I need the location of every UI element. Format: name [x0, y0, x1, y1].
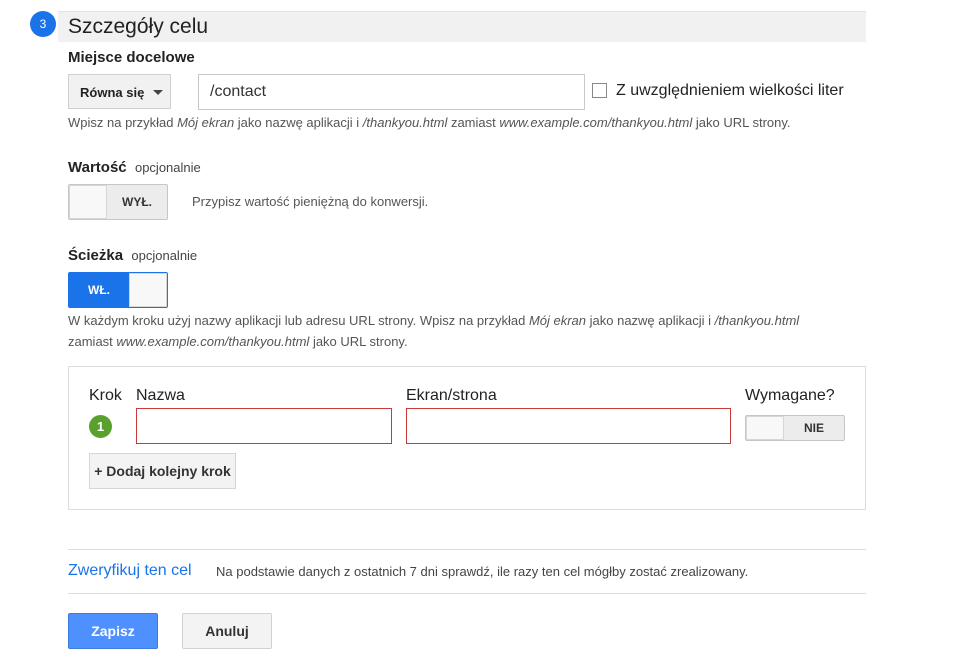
verify-goal-link[interactable]: Zweryfikuj ten cel: [68, 562, 192, 580]
funnel-toggle[interactable]: WŁ.: [68, 272, 168, 308]
destination-hint: Wpisz na przykład Mój ekran jako nazwę a…: [68, 115, 791, 130]
value-label: Wartość opcjonalnie: [68, 159, 201, 176]
caret-down-icon: [153, 90, 163, 95]
verify-hint: Na podstawie danych z ostatnich 7 dni sp…: [216, 564, 749, 579]
toggle-knob: [129, 273, 167, 307]
col-step-header: Krok: [89, 387, 122, 404]
step-number-badge: 1: [89, 415, 112, 438]
col-required-header: Wymagane?: [745, 387, 835, 404]
col-name-header: Nazwa: [136, 387, 185, 404]
col-screen-header: Ekran/strona: [406, 387, 497, 404]
destination-input[interactable]: [198, 74, 585, 110]
step-required-toggle[interactable]: NIE: [745, 415, 845, 441]
step-name-input[interactable]: [136, 408, 392, 444]
divider: [68, 549, 866, 550]
case-sensitive-label: Z uwzględnieniem wielkości liter: [616, 82, 844, 99]
destination-label: Miejsce docelowe: [68, 49, 195, 66]
case-sensitive-checkbox[interactable]: [592, 83, 607, 98]
toggle-knob: [69, 185, 107, 219]
save-button[interactable]: Zapisz: [68, 613, 158, 649]
step-screen-input[interactable]: [406, 408, 731, 444]
funnel-hint: W każdym kroku użyj nazwy aplikacji lub …: [68, 313, 800, 349]
value-optional: opcjonalnie: [134, 160, 201, 175]
cancel-button[interactable]: Anuluj: [182, 613, 272, 649]
divider: [68, 593, 866, 594]
step-required-label: NIE: [803, 421, 824, 435]
match-type-select[interactable]: Równa się: [68, 74, 171, 109]
funnel-toggle-label: WŁ.: [88, 283, 110, 297]
toggle-knob: [746, 416, 784, 440]
section-title: Szczegóły celu: [68, 15, 209, 38]
match-type-value: Równa się: [80, 85, 145, 100]
add-step-button[interactable]: + Dodaj kolejny krok: [89, 453, 236, 489]
funnel-label: Ścieżka opcjonalnie: [68, 247, 198, 264]
section-number-badge: 3: [30, 11, 56, 37]
funnel-optional: opcjonalnie: [131, 248, 198, 263]
value-toggle[interactable]: WYŁ.: [68, 184, 168, 220]
value-toggle-label: WYŁ.: [122, 195, 152, 209]
value-hint: Przypisz wartość pieniężną do konwersji.: [192, 194, 429, 209]
